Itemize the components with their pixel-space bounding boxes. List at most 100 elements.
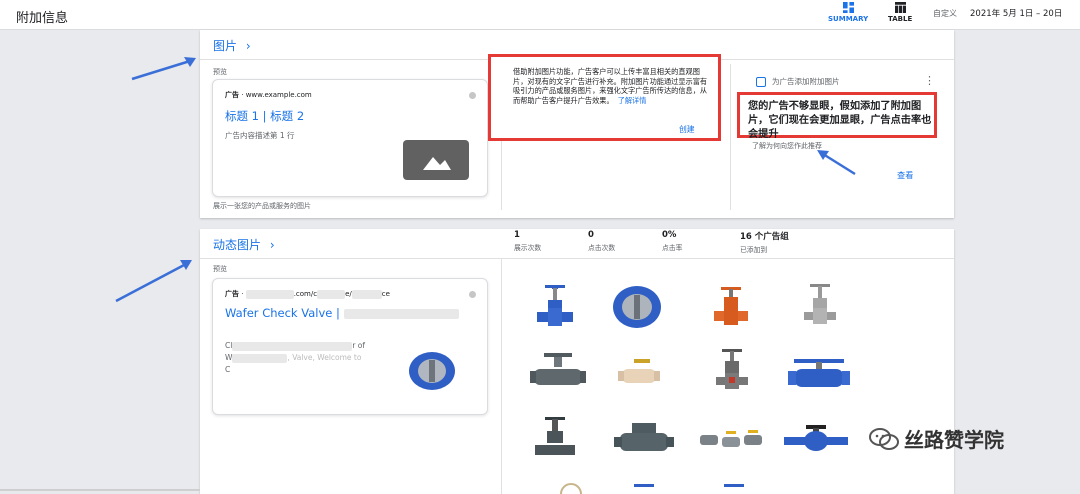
stat-impressions: 1 展示次数 [514,230,541,252]
create-button[interactable]: 创建 [679,124,695,135]
stat-value: 0 [588,230,594,240]
stat-label: 点击率 [662,244,683,252]
image-placeholder [403,140,469,180]
wechat-icon [869,427,899,450]
ad-description: 广告内容描述第 1 行 [225,131,295,140]
blurred-text [245,289,294,299]
ad-url: www.example.com [245,91,312,99]
summary-view-label: SUMMARY [828,15,869,23]
images-section-header[interactable]: 图片 › [213,37,251,54]
summary-view-button[interactable]: SUMMARY [828,2,868,23]
globe-valve-grey-image [530,353,586,385]
welded-ball-valve-image [784,425,848,451]
ad-url-part: e/ [345,290,352,298]
ad-desc-fragment: C [225,365,231,374]
recommendation-header: 为广告添加附加图片 [756,76,840,87]
ball-valve-blue-image [788,359,850,387]
info-text: 借助附加图片功能，广告客户可以上传丰富且相关的直观图片，对现有的文字广告进行补充… [513,67,708,105]
recommendation-highlight-box: 您的广告不够显眼，假如添加了附加图片，它们现在会更加显眼，广告点击率也会提升 [737,92,937,140]
blurred-text [351,289,382,299]
ad-url-part: .com/c [293,290,318,298]
ad-description-line: W , Valve, Welcome to [225,353,361,363]
annotation-arrow-icon [115,260,192,303]
stat-value: 16 个广告组 [740,232,789,242]
watermark: 丝路赞学院 [868,424,1004,453]
stat-label: 已添加到 [740,246,768,254]
page-title: 附加信息 [16,11,69,26]
globe-valve-dark-image [535,417,575,455]
stat-value: 0% [662,230,677,240]
table-view-label: TABLE [888,15,913,23]
ad-url-part: ce [381,290,390,298]
stat-label: 点击次数 [588,244,616,252]
date-range-picker[interactable]: 2021年 5月 1日 – 20日 [970,7,1062,19]
gate-valve-red-image [716,349,748,389]
chevron-right-icon: › [269,238,275,252]
why-recommendation-link[interactable]: 了解为何向您作此推荐 [752,141,822,151]
images-card: 图片 › 预览 广告 · www.example.com 标题 1 | 标题 2… [200,30,954,218]
blurred-text [232,353,288,363]
ad-url-line: 广告 · www.example.com [225,91,312,99]
image-caption: 展示一张您的产品或服务的图片 [213,202,311,210]
table-view-button[interactable]: TABLE [888,2,912,23]
preview-label: 预览 [213,265,227,273]
ad-tag: 广告 [225,290,239,298]
ad-info-dot-icon [469,291,476,298]
ad-tag: 广告 [225,91,239,99]
check-valve-dark-image [614,423,674,451]
ad-info-dot-icon [469,92,476,99]
ad-desc-fragment: Cl [225,341,233,350]
recommendation-title: 为广告添加附加图片 [772,77,840,86]
dynamic-section-title: 动态图片 [213,238,262,252]
divider [730,64,731,210]
stat-ad-groups: 16 个广告组 已添加到 [740,230,789,254]
ad-headline-line: Wafer Check Valve | [225,306,459,320]
chevron-right-icon: › [245,39,251,53]
dynamic-section-header[interactable]: 动态图片 › [213,236,275,253]
dashboard-icon [842,2,854,13]
valve-handwheel-partial-image [560,483,582,494]
ball-valve-brass-image [618,359,660,383]
gate-valve-orange-image [714,287,748,325]
dynamic-images-card: 动态图片 › 1 展示次数 0 点击次数 0% 点击率 16 个广告组 已添加到 预览 … [200,229,954,494]
annotation-arrow-icon [817,150,856,176]
gate-valve-steel-image [804,284,836,324]
more-options-icon[interactable]: ⋮ [924,74,935,87]
ad-headline: Wafer Check Valve | [225,306,340,320]
blurred-text [343,308,459,319]
ad-desc-fragment: r of [352,341,366,350]
mini-ball-valves-image [700,430,762,447]
divider [0,489,200,491]
divider [501,259,502,494]
stat-clicks: 0 点击次数 [588,230,615,252]
stat-ctr: 0% 点击率 [662,230,682,252]
wafer-valve-image [409,352,455,390]
image-extension-icon [756,76,766,87]
images-section-title: 图片 [213,39,238,53]
wafer-check-valve-image [613,286,661,328]
recommendation-text: 您的广告不够显眼，假如添加了附加图片，它们现在会更加显眼，广告点击率也会提升 [748,101,932,140]
table-icon [894,2,906,13]
info-highlight-box: 借助附加图片功能，广告客户可以上传丰富且相关的直观图片，对现有的文字广告进行补充… [488,54,721,141]
globe-valve-blue-image [537,285,573,326]
ad-desc-fragment: W [225,353,233,362]
ad-headline: 标题 1 | 标题 2 [225,109,305,123]
top-bar: 附加信息 SUMMARY TABLE 自定义 2021年 5月 1日 – 20日 [0,0,1080,30]
ad-url-line: 广告 · .com/c e/ce [225,289,390,299]
learn-more-link[interactable]: 了解详情 [618,96,647,105]
date-range-type: 自定义 [933,9,957,18]
stat-label: 展示次数 [514,244,542,252]
landscape-image-icon [423,157,451,170]
ad-preview-box: 广告 · www.example.com 标题 1 | 标题 2 广告内容描述第… [212,79,488,197]
divider [200,258,954,259]
preview-label: 预览 [213,68,227,76]
view-button[interactable]: 查看 [897,169,913,181]
valve-handwheel-partial-image [634,484,654,487]
blurred-text [317,289,346,299]
blurred-text [232,341,353,351]
dynamic-ad-preview-box: 广告 · .com/c e/ce Wafer Check Valve | Cl r … [212,278,488,415]
stat-value: 1 [514,230,520,240]
info-description: 借助附加图片功能，广告客户可以上传丰富且相关的直观图片，对现有的文字广告进行补充… [513,67,708,105]
ad-desc-fragment: , Valve, Welcome to [287,353,362,362]
watermark-text: 丝路赞学院 [904,428,1004,452]
